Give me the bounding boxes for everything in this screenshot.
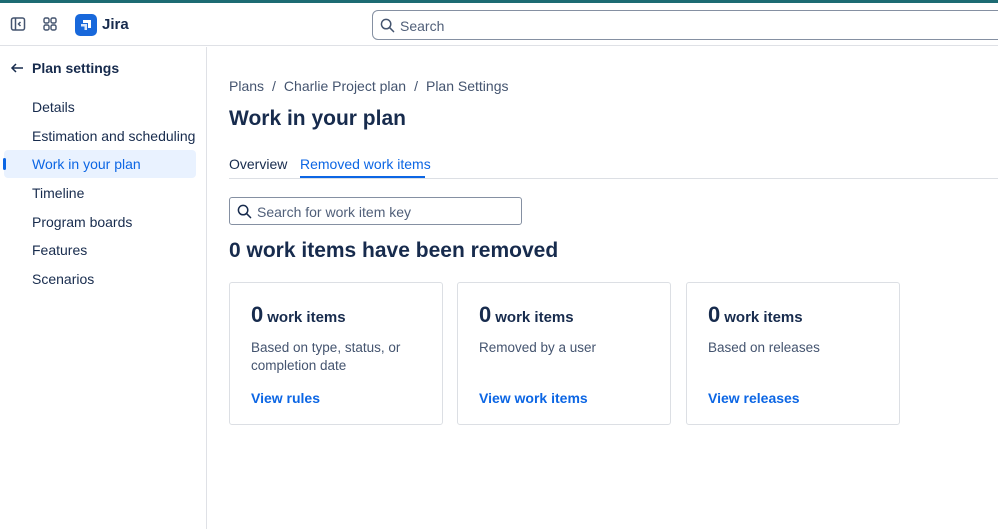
rules-card: 0 work items Based on type, status, or co…: [229, 282, 443, 425]
card-count-unit: work items: [724, 309, 803, 326]
app-switcher-icon[interactable]: [38, 12, 62, 36]
card-count-unit: work items: [267, 309, 346, 326]
global-search-placeholder: Search: [400, 18, 445, 34]
page-title: Work in your plan: [229, 107, 406, 130]
sidebar-item-scenarios[interactable]: Scenarios: [4, 265, 196, 293]
sidebar-item-estimation-and-scheduling[interactable]: Estimation and scheduling: [4, 122, 196, 150]
tab-removed-work-items[interactable]: Removed work items: [300, 156, 431, 172]
card-count-number: 0: [479, 302, 492, 327]
back-arrow-icon[interactable]: [10, 61, 24, 75]
card-count: 0 work items: [251, 302, 346, 328]
breadcrumb-link-plan-settings[interactable]: Plan Settings: [426, 78, 509, 94]
breadcrumb-link-project-plan[interactable]: Charlie Project plan: [284, 78, 406, 94]
sidebar-item-label: Timeline: [32, 185, 85, 201]
card-count: 0 work items: [708, 302, 803, 328]
card-description: Removed by a user: [479, 340, 597, 355]
tab-bar: Overview Removed work items: [229, 150, 998, 179]
plan-settings-sidebar: Plan settings Details Estimation and sch…: [0, 47, 207, 529]
sidebar-item-work-in-your-plan[interactable]: Work in your plan: [3, 150, 196, 178]
search-icon: [380, 18, 395, 38]
view-work-items-link[interactable]: View work items: [479, 390, 588, 406]
tab-overview[interactable]: Overview: [229, 156, 287, 172]
card-count-unit: work items: [495, 309, 574, 326]
active-tab-underline: [300, 176, 425, 178]
sidebar-item-label: Features: [32, 242, 88, 258]
view-releases-link[interactable]: View releases: [708, 390, 800, 406]
releases-card: 0 work items Based on releases View relea…: [686, 282, 900, 425]
active-indicator: [3, 158, 6, 170]
breadcrumb-separator: /: [272, 78, 276, 94]
card-count-number: 0: [251, 302, 264, 327]
sidebar-item-label: Work in your plan: [32, 156, 141, 172]
search-icon: [237, 204, 252, 224]
key-search-placeholder: Search for work item key: [257, 204, 412, 220]
sidebar-item-timeline[interactable]: Timeline: [4, 179, 196, 207]
global-search-input[interactable]: Search: [372, 10, 998, 40]
app-name[interactable]: Jira: [102, 16, 129, 33]
removed-summary-heading: 0 work items have been removed: [229, 239, 559, 262]
sidebar-item-details[interactable]: Details: [4, 93, 196, 121]
sidebar-item-label: Details: [32, 99, 75, 115]
breadcrumb: Plans / Charlie Project plan / Plan Settings: [229, 78, 508, 94]
sidebar-item-label: Scenarios: [32, 271, 95, 287]
card-description: Based on type, status, or completion dat…: [251, 340, 401, 373]
sidebar-item-features[interactable]: Features: [4, 236, 196, 264]
breadcrumb-separator: /: [414, 78, 418, 94]
sidebar-item-label: Estimation and scheduling: [32, 128, 196, 144]
sidebar-item-program-boards[interactable]: Program boards: [4, 208, 196, 236]
sidebar-toggle-icon[interactable]: [6, 12, 30, 36]
view-rules-link[interactable]: View rules: [251, 390, 320, 406]
breadcrumb-link-plans[interactable]: Plans: [229, 78, 264, 94]
card-count-number: 0: [708, 302, 721, 327]
jira-logo-icon[interactable]: [75, 14, 97, 36]
work-item-key-search-input[interactable]: Search for work item key: [229, 197, 522, 225]
user-removed-card: 0 work items Removed by a user View work …: [457, 282, 671, 425]
sidebar-heading[interactable]: Plan settings: [32, 60, 119, 76]
sidebar-item-label: Program boards: [32, 214, 133, 230]
top-navigation-bar: Jira Search: [0, 3, 998, 46]
card-description: Based on releases: [708, 340, 820, 355]
card-count: 0 work items: [479, 302, 574, 328]
